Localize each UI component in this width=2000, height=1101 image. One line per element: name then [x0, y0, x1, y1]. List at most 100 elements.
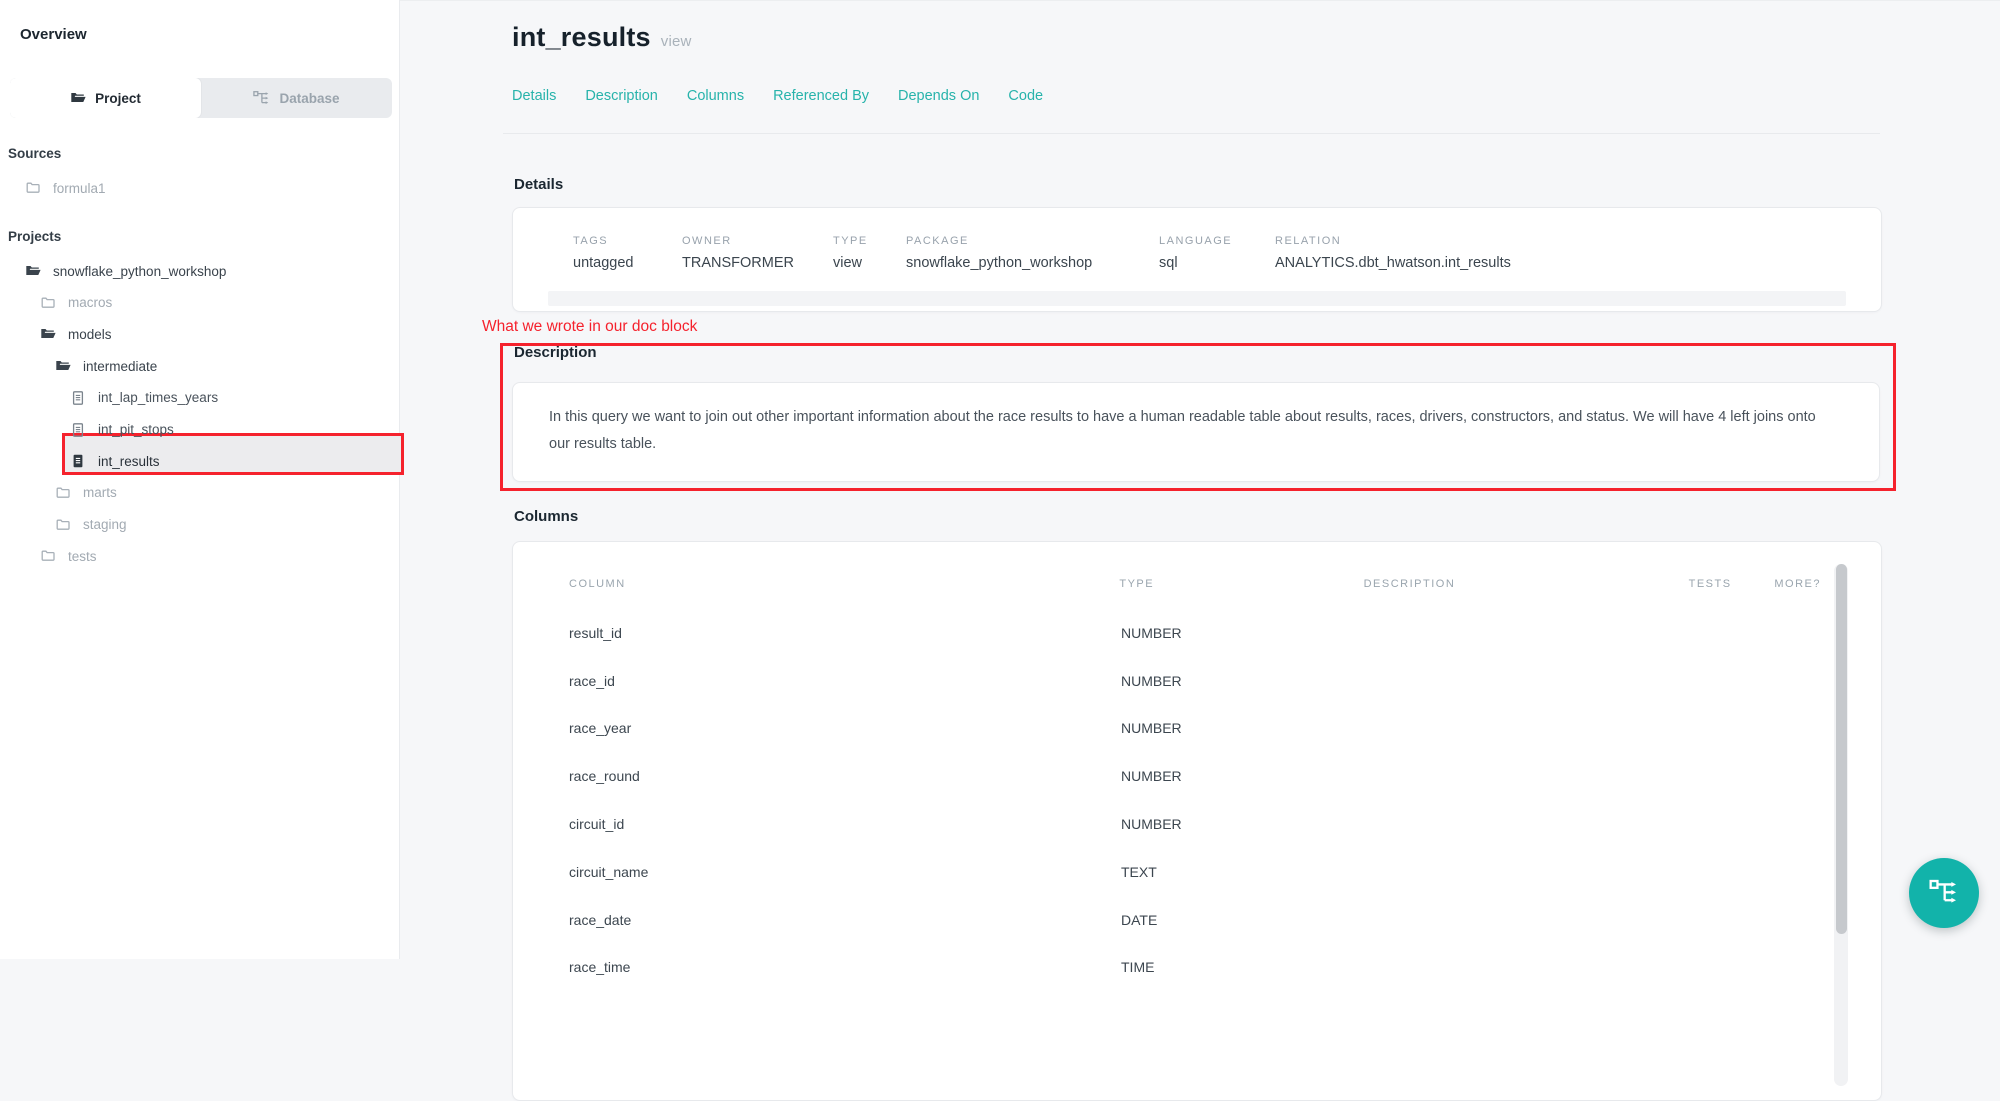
folder-open-icon: [40, 326, 56, 342]
detail-field-owner: OWNER TRANSFORMER: [682, 235, 833, 271]
model-type-badge: view: [661, 33, 692, 50]
columns-table-body: result_idNUMBERrace_idNUMBERrace_yearNUM…: [569, 609, 1821, 991]
field-value: TRANSFORMER: [682, 255, 833, 271]
column-header-tests: TESTS: [1689, 578, 1775, 590]
cell-column-name: race_date: [569, 912, 1121, 928]
tree-item-label: int_pit_stops: [98, 422, 174, 437]
table-row-result_id[interactable]: result_idNUMBER: [569, 609, 1821, 657]
details-heading: Details: [514, 176, 563, 193]
table-row-race_time[interactable]: race_timeTIME: [569, 944, 1821, 992]
toggle-project-label: Project: [95, 91, 141, 106]
tab-details[interactable]: Details: [512, 88, 556, 104]
tree-item-label: macros: [68, 295, 112, 310]
sidebar-source-item[interactable]: formula1: [0, 172, 400, 204]
sidebar-tree-item-macros[interactable]: macros: [0, 287, 400, 319]
details-footer-strip: [548, 291, 1846, 306]
lineage-graph-icon: [1929, 878, 1959, 908]
column-header-description: DESCRIPTION: [1364, 578, 1689, 590]
model-name: int_results: [512, 22, 651, 52]
overview-heading[interactable]: Overview: [20, 26, 87, 43]
table-row-race_year[interactable]: race_yearNUMBER: [569, 705, 1821, 753]
cell-column-name: race_round: [569, 768, 1121, 784]
field-value: sql: [1159, 255, 1275, 271]
cell-column-name: circuit_id: [569, 816, 1121, 832]
columns-table-header: COLUMNTYPEDESCRIPTIONTESTSMORE?: [569, 578, 1821, 590]
column-header-column: COLUMN: [569, 578, 1119, 590]
sidebar-tree-item-marts[interactable]: marts: [0, 477, 400, 509]
cell-column-name: race_year: [569, 720, 1121, 736]
view-toggle: Project Database: [10, 78, 392, 118]
columns-heading: Columns: [514, 508, 578, 525]
table-row-race_round[interactable]: race_roundNUMBER: [569, 752, 1821, 800]
tree-item-label: staging: [83, 517, 127, 532]
sidebar-tree-item-intermediate[interactable]: intermediate: [0, 350, 400, 382]
cell-type: NUMBER: [1121, 816, 1366, 832]
cell-type: NUMBER: [1121, 768, 1366, 784]
sidebar-tree-item-int_results[interactable]: int_results: [0, 445, 400, 477]
cell-column-name: race_id: [569, 673, 1121, 689]
description-heading: Description: [514, 344, 597, 361]
tab-referenced-by[interactable]: Referenced By: [773, 88, 869, 104]
field-label: RELATION: [1275, 235, 1851, 247]
sidebar-tree-item-snowflake_python_workshop[interactable]: snowflake_python_workshop: [0, 255, 400, 287]
projects-heading: Projects: [8, 229, 61, 244]
cell-type: NUMBER: [1121, 673, 1366, 689]
cell-column-name: circuit_name: [569, 864, 1121, 880]
table-row-race_id[interactable]: race_idNUMBER: [569, 657, 1821, 705]
sidebar-tree-item-int_pit_stops[interactable]: int_pit_stops: [0, 414, 400, 446]
folder-closed-icon: [55, 517, 71, 533]
folder-closed-icon: [40, 548, 56, 564]
tab-columns[interactable]: Columns: [687, 88, 744, 104]
tree-item-label: snowflake_python_workshop: [53, 264, 226, 279]
field-value: snowflake_python_workshop: [906, 255, 1159, 271]
folder-open-icon: [25, 263, 41, 279]
sidebar-tree-item-tests[interactable]: tests: [0, 540, 400, 572]
field-label: OWNER: [682, 235, 833, 247]
toggle-project-button[interactable]: Project: [10, 78, 201, 118]
field-label: TYPE: [833, 235, 906, 247]
column-header-type: TYPE: [1119, 578, 1363, 590]
tree-item-label: tests: [68, 549, 97, 564]
cell-type: TEXT: [1121, 864, 1366, 880]
toggle-database-button[interactable]: Database: [201, 78, 392, 118]
tab-divider: [503, 133, 1880, 134]
field-value: view: [833, 255, 906, 271]
doc-filled-icon: [70, 453, 86, 469]
cell-type: TIME: [1121, 959, 1366, 975]
sidebar-tree-item-int_lap_times_years[interactable]: int_lap_times_years: [0, 382, 400, 414]
tree-item-label: int_results: [98, 454, 160, 469]
cell-column-name: result_id: [569, 625, 1121, 641]
folder-open-icon: [55, 358, 71, 374]
table-scrollbar-thumb[interactable]: [1836, 564, 1847, 934]
tab-bar: Details Description Columns Referenced By De…: [512, 88, 1043, 104]
cell-type: NUMBER: [1121, 720, 1366, 736]
folder-closed-icon: [40, 295, 56, 311]
detail-field-type: TYPE view: [833, 235, 906, 271]
main-content: int_resultsview DetailsDescriptionColumn…: [400, 0, 2000, 959]
doc-block-annotation: What we wrote in our doc block: [482, 318, 697, 336]
table-scrollbar[interactable]: [1834, 564, 1848, 1086]
table-row-circuit_name[interactable]: circuit_nameTEXT: [569, 848, 1821, 896]
field-label: TAGS: [573, 235, 682, 247]
table-row-race_date[interactable]: race_dateDATE: [569, 896, 1821, 944]
sidebar-tree-item-models[interactable]: models: [0, 318, 400, 350]
tree-item-label: int_lap_times_years: [98, 390, 218, 405]
description-text: In this query we want to join out other …: [549, 404, 1839, 457]
folder-open-icon: [70, 90, 86, 106]
detail-field-tags: TAGSuntagged: [573, 235, 682, 271]
sidebar-tree-item-staging[interactable]: staging: [0, 509, 400, 541]
tab-depends-on[interactable]: Depends On: [898, 88, 979, 104]
tab-code[interactable]: Code: [1008, 88, 1043, 104]
detail-field-relation: RELATIONANALYTICS.dbt_hwatson.int_result…: [1275, 235, 1851, 271]
toggle-database-label: Database: [279, 91, 339, 106]
field-label: LANGUAGE: [1159, 235, 1275, 247]
cell-column-name: race_time: [569, 959, 1121, 975]
folder-closed-icon: [55, 485, 71, 501]
table-row-circuit_id[interactable]: circuit_idNUMBER: [569, 800, 1821, 848]
lineage-fab-button[interactable]: [1909, 858, 1979, 928]
source-label: formula1: [53, 181, 106, 196]
tab-description[interactable]: Description: [585, 88, 658, 104]
top-divider: [400, 0, 2000, 1]
sidebar: Overview Project Database Sources formul…: [0, 0, 400, 959]
folder-closed-icon: [25, 180, 41, 196]
